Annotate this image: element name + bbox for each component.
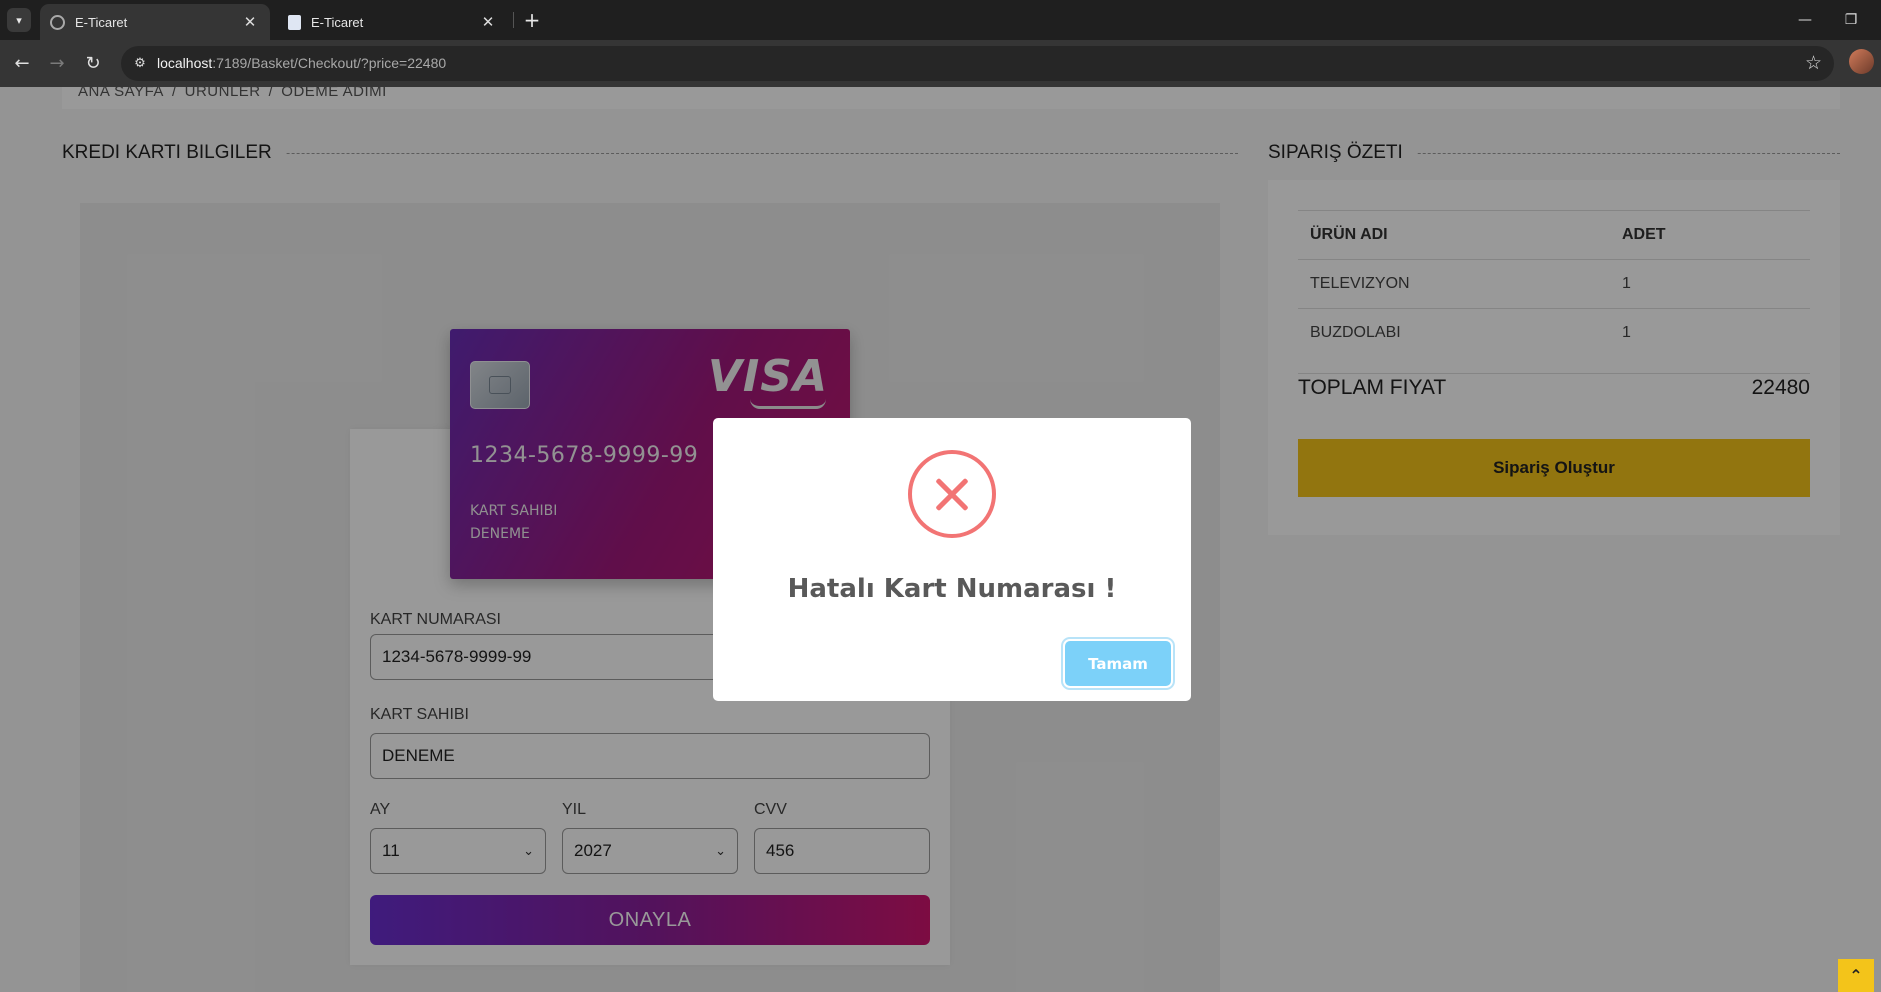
reload-icon[interactable]: ↻: [80, 51, 106, 77]
double-chevron-up-icon: ⌃: [1849, 966, 1863, 985]
globe-icon: [50, 14, 65, 30]
error-x-icon: [908, 450, 996, 538]
scroll-to-top-button[interactable]: ⌃: [1838, 959, 1874, 992]
bookmark-star-icon[interactable]: ☆: [1805, 52, 1822, 74]
profile-avatar[interactable]: [1849, 49, 1874, 74]
restore-icon[interactable]: ❐: [1836, 8, 1866, 32]
new-tab-button[interactable]: +: [520, 8, 544, 32]
minimize-icon[interactable]: —: [1790, 8, 1820, 32]
browser-toolbar: ← → ↻ ⚙ localhost:7189/Basket/Checkout/?…: [0, 40, 1881, 87]
ok-button[interactable]: Tamam: [1065, 641, 1171, 686]
site-info-icon[interactable]: ⚙: [130, 54, 150, 74]
tab-title: E-Ticaret: [311, 14, 364, 30]
close-tab-icon[interactable]: ✕: [240, 13, 260, 31]
tab-title: E-Ticaret: [75, 14, 128, 30]
browser-tab-1[interactable]: E-Ticaret ✕: [40, 4, 270, 40]
address-bar[interactable]: ⚙ localhost:7189/Basket/Checkout/?price=…: [121, 46, 1834, 81]
browser-tab-bar: ▾ E-Ticaret ✕ E-Ticaret ✕ + — ❐: [0, 0, 1881, 40]
error-dialog-title: Hatalı Kart Numarası !: [787, 574, 1117, 604]
url-text: localhost:7189/Basket/Checkout/?price=22…: [157, 55, 447, 71]
chevron-down-icon: ▾: [16, 13, 22, 27]
back-icon[interactable]: ←: [9, 51, 35, 77]
error-dialog: Hatalı Kart Numarası ! Tamam: [713, 418, 1191, 701]
document-icon: [288, 14, 301, 30]
tab-separator: [513, 12, 514, 28]
forward-icon[interactable]: →: [44, 51, 70, 77]
close-tab-icon[interactable]: ✕: [478, 13, 498, 31]
tab-list-button[interactable]: ▾: [7, 8, 31, 32]
browser-tab-2[interactable]: E-Ticaret ✕: [278, 4, 508, 40]
